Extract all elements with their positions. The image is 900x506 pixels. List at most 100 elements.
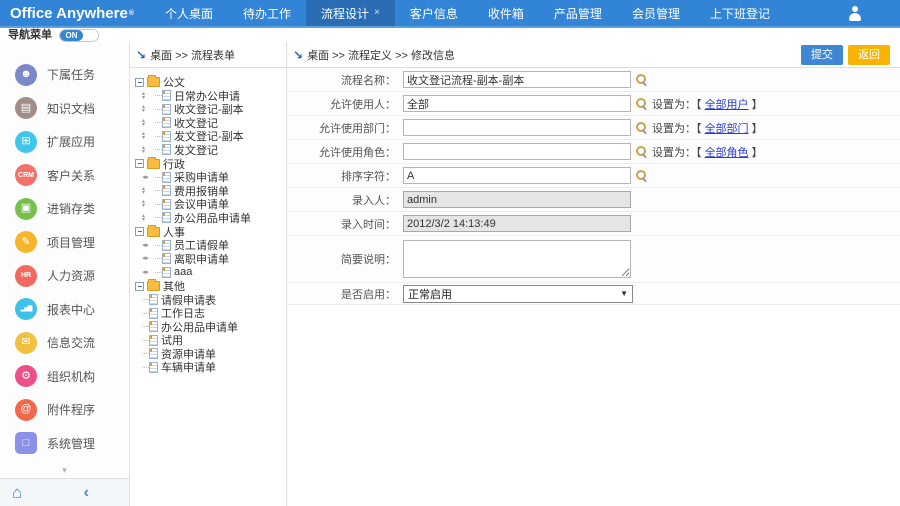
collapse-toggle-icon[interactable] [135,227,144,236]
tab-close-icon[interactable]: × [374,8,380,18]
tree-item-发文登记[interactable]: ▴ ▾ 发文登记 [135,143,286,157]
breadcrumb-arrow-icon: ↘ [293,47,304,62]
user-icon [847,5,862,21]
sidebar-item-customer-relations[interactable]: CRM 客户关系 [0,159,129,193]
collapse-chevron-icon[interactable]: ‹ [84,484,89,501]
sort-updown-icon[interactable]: ▴ ▾ [142,118,155,128]
document-icon [162,212,171,224]
back-button[interactable]: 返回 [848,44,890,65]
menu-item-会员管理[interactable]: 会员管理 [617,0,695,26]
tree-item-请假申请表[interactable]: 请假申请表 [135,293,286,307]
collapse-toggle-icon[interactable] [135,159,144,168]
form-row-allowed-users: 允许使用人： 设置为：【 全部用户 】 [287,92,900,116]
selected-option: 正常启用 [408,288,452,301]
search-icon[interactable] [636,146,647,157]
menu-item-label: 客户信息 [409,6,458,21]
top-bar: Office Anywhere ® 个人桌面 待办工作 流程设计 × 客户信息 收件箱 产品管… [0,0,900,28]
tree-item-办公用品申请单[interactable]: ▴ ▾ 办公用品申请单 [135,211,286,225]
sidebar-item-label: 报表中心 [47,302,96,317]
search-icon[interactable] [636,74,647,85]
allowed-users-input[interactable] [403,95,631,112]
toggle-on-label: ON [60,29,83,41]
menu-item-上下班登记[interactable]: 上下班登记 [695,0,785,26]
tree-item-label: 车辆申请单 [161,362,216,375]
field-control [403,167,900,184]
menu-item-label: 流程设计 [321,6,370,21]
nav-menu-toggle[interactable]: ON [59,28,99,42]
sidebar-item-extended-apps[interactable]: ⊞ 扩展应用 [0,125,129,159]
tree-item-车辆申请单[interactable]: 车辆申请单 [135,361,286,375]
tree-connector [142,353,149,355]
sidebar-item-system-mgmt[interactable]: □ 系统管理 [0,427,129,461]
sort-updown-icon[interactable]: ▴ ▾ [142,131,155,141]
create-time-input[interactable] [403,215,631,232]
folder-icon [147,279,160,291]
sort-char-input[interactable] [403,167,631,184]
breadcrumb: 桌面 >> 流程定义 >> 修改信息 [307,49,455,62]
user-button[interactable] [847,0,862,26]
tree-connector [142,326,149,328]
field-control: 设置为：【 全部用户 】 [403,95,900,112]
description-textarea[interactable] [403,240,631,278]
menu-item-收件箱[interactable]: 收件箱 [473,0,539,26]
sort-updown-icon[interactable]: ▴ ▾ [142,91,155,101]
submit-button[interactable]: 提交 [801,44,843,65]
sidebar-item-report-center[interactable]: ▂▅▇ 报表中心 [0,293,129,327]
collapse-toggle-icon[interactable] [135,77,144,87]
flow-name-input[interactable] [403,71,631,88]
app-logo-text: Office Anywhere [10,4,128,22]
sort-leftright-icon[interactable]: ◂ ▸ [142,242,155,249]
search-icon[interactable] [636,170,647,181]
menu-item-label: 会员管理 [631,6,680,21]
sort-updown-icon[interactable]: ▴ ▾ [142,213,155,223]
menu-item-产品管理[interactable]: 产品管理 [539,0,617,26]
paperclip-icon: @ [15,398,37,421]
sort-updown-icon[interactable]: ▴ ▾ [142,199,155,209]
tree-connector [155,271,162,273]
menu-item-客户信息[interactable]: 客户信息 [395,0,473,26]
sidebar-item-human-resources[interactable]: HR 人力资源 [0,259,129,293]
sort-updown-icon[interactable]: ▴ ▾ [142,104,155,114]
set-as-prefix: 设置为：【 [652,98,705,111]
home-icon[interactable]: ⌂ [12,484,22,501]
enabled-select[interactable]: 正常启用 ▼ [403,284,633,303]
set-as-link-全部用户[interactable]: 全部用户 [705,99,749,111]
set-as-suffix: 】 [748,146,763,159]
tree-item-离职申请单[interactable]: ◂ ▸ 离职申请单 [135,252,286,266]
sidebar-item-messaging[interactable]: ✉ 信息交流 [0,326,129,360]
sort-updown-icon[interactable]: ▴ ▾ [142,145,155,155]
set-as-link-全部角色[interactable]: 全部角色 [705,147,749,159]
form-row-creator: 录入人： [287,188,900,212]
sidebar-item-project-mgmt[interactable]: ✎ 项目管理 [0,226,129,260]
tree-item-label: 离职申请单 [174,253,229,266]
menu-item-label: 个人桌面 [165,6,214,21]
sort-updown-icon[interactable]: ▴ ▾ [142,186,155,196]
sidebar-item-organization[interactable]: ⚙ 组织机构 [0,360,129,394]
sort-leftright-icon[interactable]: ◂ ▸ [142,255,155,262]
flow-tree: 公文 ▴ ▾ 日常办公申请 ▴ ▾ 收文登记-副本 ▴ ▾ 收文登记 ▴ ▾ 发文登记-副本 ▴ ▾ 发文登记… [130,68,286,506]
set-as-link-全部部门[interactable]: 全部部门 [705,123,749,135]
collapse-toggle-icon[interactable] [135,281,144,291]
allowed-depts-input[interactable] [403,119,631,136]
set-as-text: 设置为：【 全部用户 】 [652,96,763,112]
form-row-allowed-roles: 允许使用角色： 设置为：【 全部角色 】 [287,140,900,164]
sidebar-item-inventory[interactable]: ▣ 进销存类 [0,192,129,226]
creator-input[interactable] [403,191,631,208]
menu-item-流程设计[interactable]: 流程设计 × [306,0,395,26]
sort-leftright-icon[interactable]: ◂ ▸ [142,269,155,276]
search-icon[interactable] [636,122,647,133]
menu-item-待办工作[interactable]: 待办工作 [228,0,306,26]
search-icon[interactable] [636,98,647,109]
crm-icon: CRM [15,164,37,187]
menu-item-个人桌面[interactable]: 个人桌面 [150,0,228,26]
allowed-roles-input[interactable] [403,143,631,160]
sidebar-item-subordinate-tasks[interactable]: ☻ 下属任务 [0,58,129,92]
tree-item-aaa[interactable]: ◂ ▸ aaa [135,266,286,280]
tree-item-办公用品申请单[interactable]: 办公用品申请单 [135,320,286,334]
sort-leftright-icon[interactable]: ◂ ▸ [142,174,155,181]
system-icon: □ [15,432,37,455]
breadcrumb-arrow-icon: ↘ [136,47,147,62]
sidebar-item-attachments[interactable]: @ 附件程序 [0,393,129,427]
sidebar-collapse-arrow[interactable]: ▾ [0,464,129,478]
sidebar-item-knowledge-docs[interactable]: ▤ 知识文档 [0,92,129,126]
